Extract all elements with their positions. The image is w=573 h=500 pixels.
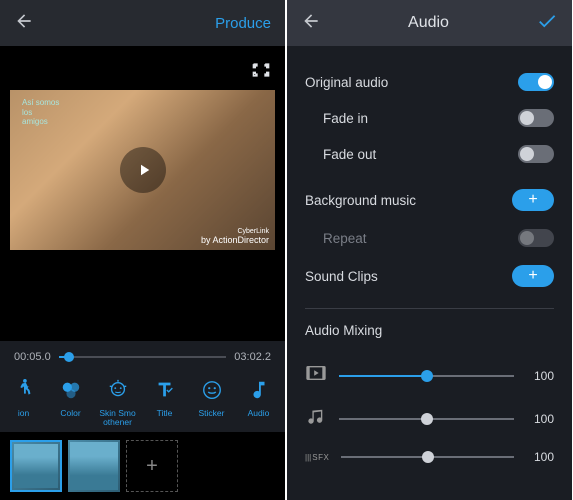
- tool-action[interactable]: ion: [0, 379, 47, 426]
- timeline: 00:05.0 03:02.2: [0, 341, 285, 373]
- original-audio-toggle[interactable]: [518, 73, 554, 91]
- video-frame[interactable]: Así somos los amigos CyberLink by Action…: [10, 90, 275, 250]
- divider: [305, 308, 554, 309]
- tool-skin[interactable]: Skin Smo othener: [94, 379, 141, 426]
- clip-thumbnail[interactable]: [68, 440, 120, 492]
- back-icon[interactable]: [14, 11, 34, 36]
- smiley-icon: [201, 379, 223, 406]
- music-icon: [248, 379, 270, 406]
- video-overlay-text: Así somos los amigos: [22, 98, 59, 127]
- music-mix: 100: [305, 397, 554, 440]
- bg-music-row: Background music +: [305, 180, 554, 220]
- color-icon: [60, 379, 82, 406]
- video-audio-mix: 100: [305, 354, 554, 397]
- clip-thumbnail[interactable]: [10, 440, 62, 492]
- slider-thumb[interactable]: [421, 370, 433, 382]
- scrubber-thumb[interactable]: [64, 352, 74, 362]
- fade-out-row: Fade out: [305, 136, 554, 172]
- fade-in-toggle[interactable]: [518, 109, 554, 127]
- repeat-row: Repeat: [305, 220, 554, 256]
- add-sound-clip-button[interactable]: +: [512, 265, 554, 287]
- confirm-icon[interactable]: [536, 10, 558, 37]
- tool-color[interactable]: Color: [47, 379, 94, 426]
- current-time: 00:05.0: [14, 351, 51, 363]
- sfx-slider[interactable]: [341, 456, 514, 458]
- sfx-mix: |||SFX 100: [305, 440, 554, 474]
- original-audio-row: Original audio: [305, 64, 554, 100]
- film-icon: [305, 364, 327, 387]
- play-button[interactable]: [120, 147, 166, 193]
- face-icon: [107, 379, 129, 406]
- tool-title[interactable]: Title: [141, 379, 188, 426]
- slider-thumb[interactable]: [421, 413, 433, 425]
- audio-mixing-label: Audio Mixing: [305, 317, 554, 354]
- fade-out-toggle[interactable]: [518, 145, 554, 163]
- back-icon[interactable]: [301, 11, 321, 36]
- repeat-toggle[interactable]: [518, 229, 554, 247]
- fade-in-row: Fade in: [305, 100, 554, 136]
- video-preview: Así somos los amigos CyberLink by Action…: [0, 46, 285, 341]
- tool-audio[interactable]: Audio: [235, 379, 282, 426]
- scrubber[interactable]: [59, 356, 227, 358]
- sfx-icon: |||SFX: [305, 453, 329, 462]
- slider-thumb[interactable]: [422, 451, 434, 463]
- clip-tray: +: [0, 432, 285, 500]
- watermark: CyberLink by ActionDirector: [201, 228, 269, 246]
- note-icon: [305, 407, 327, 430]
- add-clip-button[interactable]: +: [126, 440, 178, 492]
- running-icon: [13, 379, 35, 406]
- add-music-button[interactable]: +: [512, 189, 554, 211]
- video-slider[interactable]: [339, 375, 514, 377]
- fullscreen-icon[interactable]: [251, 60, 271, 85]
- tool-strip: ion Color Skin Smo othener Title Sticker…: [0, 373, 285, 432]
- sound-clips-row: Sound Clips +: [305, 256, 554, 296]
- tool-sticker[interactable]: Sticker: [188, 379, 235, 426]
- text-icon: [154, 379, 176, 406]
- produce-button[interactable]: Produce: [215, 15, 271, 32]
- total-time: 03:02.2: [234, 351, 271, 363]
- page-title: Audio: [321, 14, 536, 32]
- music-slider[interactable]: [339, 418, 514, 420]
